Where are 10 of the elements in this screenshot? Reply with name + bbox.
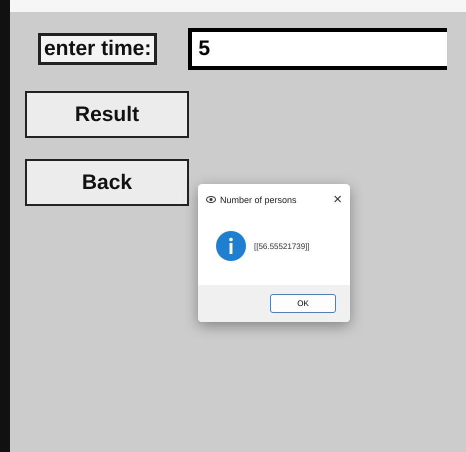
close-button[interactable]: × [333,192,342,207]
time-label: enter time: [38,33,158,65]
info-icon [216,231,246,261]
time-input[interactable]: 5 [188,28,448,70]
ok-button[interactable]: OK [270,294,336,313]
dialog-message: [[56.55521739]] [254,242,310,250]
eye-icon [206,196,216,203]
result-button[interactable]: Result [25,91,189,138]
dialog-title: Number of persons [220,194,298,204]
back-button[interactable]: Back [25,159,189,206]
